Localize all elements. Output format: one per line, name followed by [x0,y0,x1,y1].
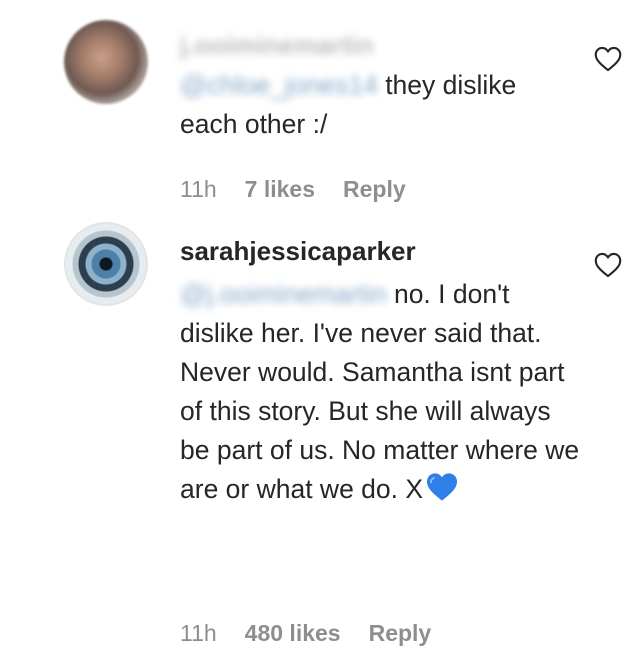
like-heart-icon[interactable] [594,46,622,72]
avatar[interactable] [64,222,148,306]
comment-meta: 11h 480 likes Reply [180,620,431,647]
reply-button[interactable]: Reply [343,176,406,203]
comment-text: @chloe_jones14 they dislike each other :… [180,66,580,144]
comment-text: @j.ooiminemartin no. I don't dislike her… [180,275,580,509]
likes-count[interactable]: 480 likes [245,620,341,647]
reply-button[interactable]: Reply [369,620,432,647]
mention-link[interactable]: @j.ooiminemartin [180,275,387,314]
comment-username[interactable]: j.ooiminemartin [180,30,374,61]
avatar[interactable] [64,20,148,104]
likes-count[interactable]: 7 likes [245,176,315,203]
blue-heart-icon [427,473,458,501]
timestamp: 11h [180,620,217,646]
like-heart-icon[interactable] [594,252,622,278]
timestamp: 11h [180,176,217,202]
comment-meta: 11h 7 likes Reply [180,176,406,203]
mention-link[interactable]: @chloe_jones14 [180,66,378,105]
comment-username[interactable]: sarahjessicaparker [180,236,416,267]
